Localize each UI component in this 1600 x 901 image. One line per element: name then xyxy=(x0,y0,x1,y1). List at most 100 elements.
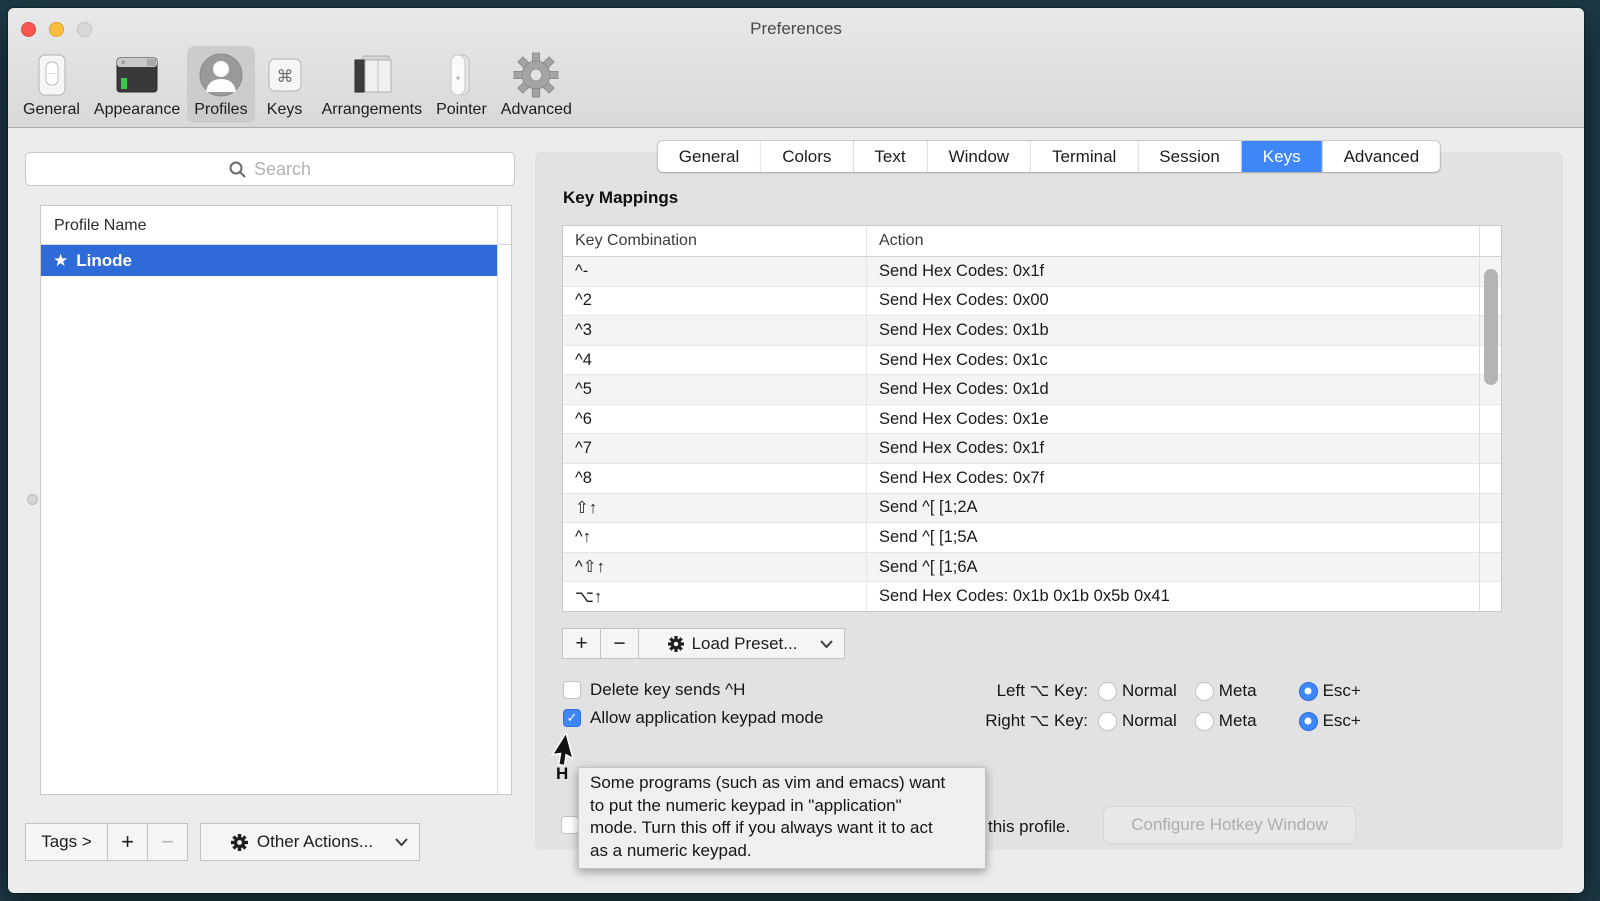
radio-label: Normal xyxy=(1122,711,1177,731)
keypad-mode-label: Allow application keypad mode xyxy=(590,708,823,728)
right-option-meta[interactable]: Meta xyxy=(1195,711,1257,731)
profile-list-scrollbar-track[interactable] xyxy=(497,206,511,794)
table-row[interactable]: ^5 Send Hex Codes: 0x1d xyxy=(563,375,1501,405)
profile-name: Linode xyxy=(76,251,132,271)
action-cell: Send Hex Codes: 0x1d xyxy=(866,375,1501,404)
add-mapping-button[interactable]: + xyxy=(562,628,601,659)
table-row[interactable]: ^2 Send Hex Codes: 0x00 xyxy=(563,287,1501,317)
table-row[interactable]: ^⇧↑ Send ^[ [1;6A xyxy=(563,553,1501,583)
table-row[interactable]: ^3 Send Hex Codes: 0x1b xyxy=(563,316,1501,346)
keys-icon: ⌘ xyxy=(262,52,308,98)
profile-row-linode[interactable]: ★ Linode xyxy=(41,245,498,276)
configure-hotkey-window-button[interactable]: Configure Hotkey Window xyxy=(1103,806,1356,844)
key-combination-cell: ^8 xyxy=(563,469,866,488)
other-actions-label: Other Actions... xyxy=(257,832,373,852)
column-header-key-combination[interactable]: Key Combination xyxy=(563,232,866,250)
table-row[interactable]: ^6 Send Hex Codes: 0x1e xyxy=(563,405,1501,435)
window-chrome: Preferences General × Appearance Profile… xyxy=(8,8,1584,128)
right-option-normal[interactable]: Normal xyxy=(1098,711,1177,731)
splitter-handle-dot[interactable] xyxy=(27,494,38,505)
radio-button[interactable] xyxy=(1195,682,1214,701)
right-option-esc[interactable]: Esc+ xyxy=(1299,711,1361,731)
toolbar-item-keys[interactable]: ⌘ Keys xyxy=(255,46,315,123)
remove-mapping-button[interactable]: − xyxy=(600,628,639,659)
keypad-mode-tooltip: Some programs (such as vim and emacs) wa… xyxy=(578,767,986,869)
action-cell: Send Hex Codes: 0x1f xyxy=(866,434,1501,463)
key-combination-cell: ^6 xyxy=(563,410,866,429)
table-row[interactable]: ⌥↑ Send Hex Codes: 0x1b 0x1b 0x5b 0x41 xyxy=(563,582,1501,611)
action-cell: Send Hex Codes: 0x1b 0x1b 0x5b 0x41 xyxy=(866,582,1501,611)
toolbar-item-pointer[interactable]: Pointer xyxy=(429,46,494,123)
tab-session[interactable]: Session xyxy=(1138,141,1241,172)
table-row[interactable]: ^- Send Hex Codes: 0x1f xyxy=(563,257,1501,287)
table-row[interactable]: ⇧↑ Send ^[ [1;2A xyxy=(563,494,1501,524)
profile-text-fragment: this profile. xyxy=(988,817,1070,837)
toolbar-item-appearance[interactable]: × Appearance xyxy=(87,46,187,123)
pointer-icon xyxy=(438,52,484,98)
table-scrollbar-thumb[interactable] xyxy=(1484,269,1498,385)
tooltip-line: mode. Turn this off if you always want i… xyxy=(590,817,974,840)
left-option-normal[interactable]: Normal xyxy=(1098,681,1177,701)
key-combination-cell: ^4 xyxy=(563,351,866,370)
toolbar-item-advanced[interactable]: Advanced xyxy=(494,46,579,123)
profile-list-header[interactable]: Profile Name xyxy=(41,206,511,245)
load-preset-dropdown[interactable]: Load Preset... xyxy=(638,628,845,659)
other-actions-dropdown[interactable]: Other Actions... xyxy=(200,823,420,861)
tab-text[interactable]: Text xyxy=(853,141,927,172)
svg-text:⌘: ⌘ xyxy=(276,67,293,87)
right-option-key-row: Right ⌥ Key: Normal Meta Esc+ xyxy=(965,709,1379,733)
table-row[interactable]: ^↑ Send ^[ [1;5A xyxy=(563,523,1501,553)
desktop-background: Preferences General × Appearance Profile… xyxy=(0,0,1600,901)
tab-keys[interactable]: Keys xyxy=(1242,141,1323,172)
key-mappings-heading: Key Mappings xyxy=(563,188,678,208)
action-cell: Send Hex Codes: 0x00 xyxy=(866,287,1501,316)
obscured-checkbox[interactable] xyxy=(561,816,579,834)
key-combination-cell: ^↑ xyxy=(563,528,866,547)
toolbar-item-general[interactable]: General xyxy=(16,46,87,123)
delete-key-checkbox[interactable]: ✓ xyxy=(563,681,581,699)
toolbar-item-profiles[interactable]: Profiles xyxy=(187,46,254,123)
tab-colors[interactable]: Colors xyxy=(761,141,853,172)
table-row[interactable]: ^4 Send Hex Codes: 0x1c xyxy=(563,346,1501,376)
star-icon: ★ xyxy=(53,251,68,271)
table-scrollbar-track[interactable] xyxy=(1479,226,1501,611)
chevron-down-icon xyxy=(820,640,833,648)
search-input[interactable]: Search xyxy=(25,152,515,186)
remove-profile-button[interactable]: − xyxy=(147,823,188,861)
action-cell: Send ^[ [1;6A xyxy=(866,553,1501,582)
radio-label: Normal xyxy=(1122,681,1177,701)
action-cell: Send ^[ [1;5A xyxy=(866,523,1501,552)
toolbar-item-arrangements[interactable]: Arrangements xyxy=(315,46,430,123)
advanced-icon xyxy=(513,52,559,98)
left-option-key-label: Left ⌥ Key: xyxy=(965,681,1088,701)
radio-button[interactable] xyxy=(1098,712,1117,731)
tags-button[interactable]: Tags > xyxy=(25,823,108,861)
tab-general[interactable]: General xyxy=(658,141,761,172)
keypad-mode-checkbox[interactable]: ✓ xyxy=(563,709,581,727)
left-option-meta[interactable]: Meta xyxy=(1195,681,1257,701)
key-combination-cell: ^7 xyxy=(563,439,866,458)
radio-button[interactable] xyxy=(1098,682,1117,701)
tab-terminal[interactable]: Terminal xyxy=(1031,141,1138,172)
profile-tabs: General Colors Text Window Terminal Sess… xyxy=(658,141,1440,172)
tab-advanced[interactable]: Advanced xyxy=(1323,141,1441,172)
key-mappings-table: Key Combination Action ^- Send Hex Codes… xyxy=(562,225,1502,612)
column-header-action[interactable]: Action xyxy=(866,226,1501,256)
right-option-key-label: Right ⌥ Key: xyxy=(965,711,1088,731)
tab-window[interactable]: Window xyxy=(928,141,1031,172)
radio-button[interactable] xyxy=(1195,712,1214,731)
table-row[interactable]: ^7 Send Hex Codes: 0x1f xyxy=(563,434,1501,464)
table-row[interactable]: ^8 Send Hex Codes: 0x7f xyxy=(563,464,1501,494)
key-combination-cell: ^3 xyxy=(563,321,866,340)
search-icon xyxy=(229,161,246,178)
left-option-key-row: Left ⌥ Key: Normal Meta Esc+ xyxy=(965,679,1379,703)
key-combination-cell: ⇧↑ xyxy=(563,498,866,518)
left-option-esc[interactable]: Esc+ xyxy=(1299,681,1361,701)
toolbar-item-label: Arrangements xyxy=(322,101,423,119)
add-profile-button[interactable]: + xyxy=(107,823,148,861)
radio-button[interactable] xyxy=(1299,712,1318,731)
key-combination-cell: ^- xyxy=(563,262,866,281)
preferences-window: Preferences General × Appearance Profile… xyxy=(8,8,1584,893)
radio-button[interactable] xyxy=(1299,682,1318,701)
gear-icon xyxy=(231,834,248,851)
